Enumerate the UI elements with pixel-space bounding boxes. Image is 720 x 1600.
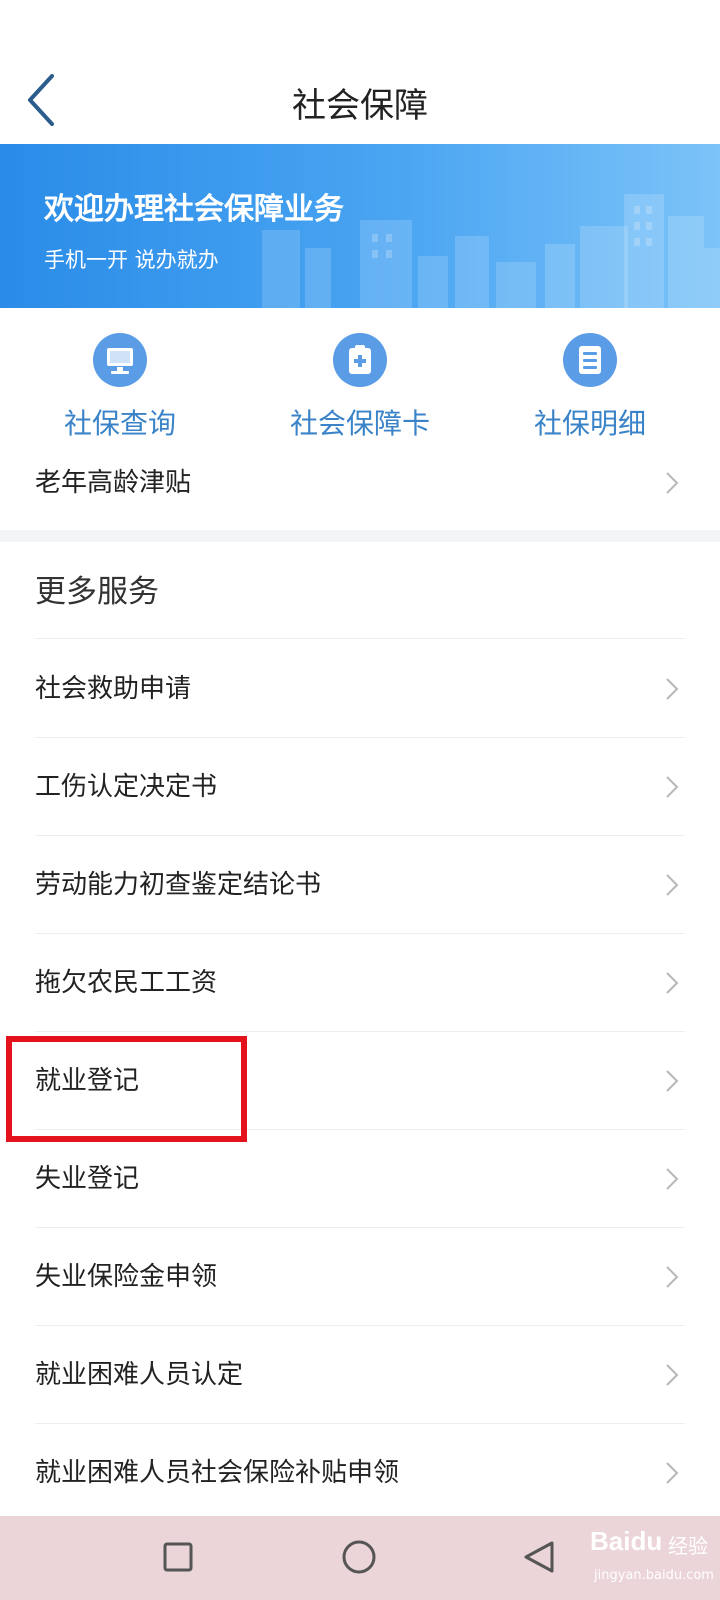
chevron-right-icon — [666, 678, 679, 700]
list-item-label: 就业登记 — [35, 1066, 140, 1096]
divider — [35, 638, 685, 639]
baidu-jingyan-watermark: Baidu 经验 jingyan.baidu.com — [590, 1524, 714, 1596]
app-header: 社会保障 — [0, 0, 720, 144]
list-item-label: 社会救助申请 — [35, 674, 192, 704]
quick-actions: 社保查询 社会保障卡 社保明细 — [0, 308, 720, 448]
chevron-right-icon — [666, 972, 679, 994]
list-item-label: 就业困难人员社会保险补贴申领 — [35, 1458, 400, 1488]
list-item-label: 拖欠农民工工资 — [35, 968, 218, 998]
list-item-unemployment-benefit-claim[interactable]: 失业保险金申领 — [0, 1228, 720, 1326]
list-item-label: 失业保险金申领 — [35, 1262, 218, 1292]
quick-action-social-insurance-query[interactable]: 社保查询 — [10, 332, 230, 442]
list-item-social-assistance[interactable]: 社会救助申请 — [0, 640, 720, 738]
welcome-banner: 欢迎办理社会保障业务 手机一开 说办就办 — [0, 144, 720, 308]
home-circle-icon[interactable] — [342, 1540, 376, 1574]
section-title-more-services: 更多服务 — [35, 574, 159, 610]
list-item-elderly-allowance[interactable]: 老年高龄津贴 — [0, 434, 720, 532]
system-navigation-bar: Baidu 经验 jingyan.baidu.com — [0, 1516, 720, 1600]
banner-title: 欢迎办理社会保障业务 — [44, 192, 344, 227]
list-item-work-injury-decision[interactable]: 工伤认定决定书 — [0, 738, 720, 836]
list-item-hardship-insurance-subsidy[interactable]: 就业困难人员社会保险补贴申领 — [0, 1424, 720, 1522]
back-triangle-icon[interactable] — [522, 1540, 556, 1574]
chevron-right-icon — [666, 1070, 679, 1092]
monitor-icon — [93, 333, 147, 387]
quick-action-social-security-card[interactable]: 社会保障卡 — [250, 332, 470, 442]
list-item-label: 老年高龄津贴 — [35, 468, 192, 498]
chevron-right-icon — [666, 472, 679, 494]
chevron-right-icon — [666, 1364, 679, 1386]
recents-square-icon[interactable] — [163, 1542, 193, 1572]
chevron-right-icon — [666, 1266, 679, 1288]
list-item-label: 劳动能力初查鉴定结论书 — [35, 870, 322, 900]
section-separator — [0, 530, 720, 542]
chevron-right-icon — [666, 874, 679, 896]
watermark-logo: Baidu — [590, 1526, 663, 1556]
banner-subtitle: 手机一开 说办就办 — [44, 248, 219, 272]
list-item-label: 就业困难人员认定 — [35, 1360, 244, 1390]
list-item-label: 失业登记 — [35, 1164, 140, 1194]
list-item-work-ability-appraisal[interactable]: 劳动能力初查鉴定结论书 — [0, 836, 720, 934]
chevron-right-icon — [666, 776, 679, 798]
quick-action-social-insurance-details[interactable]: 社保明细 — [480, 332, 700, 442]
chevron-right-icon — [666, 1462, 679, 1484]
list-item-label: 工伤认定决定书 — [35, 772, 218, 802]
list-item-employment-registration[interactable]: 就业登记 — [0, 1032, 720, 1130]
list-item-unemployment-registration[interactable]: 失业登记 — [0, 1130, 720, 1228]
page-title: 社会保障 — [292, 86, 428, 126]
watermark-url: jingyan.baidu.com — [594, 1568, 714, 1583]
watermark-name: 经验 — [668, 1534, 708, 1558]
medical-card-icon — [333, 333, 387, 387]
chevron-right-icon — [666, 1168, 679, 1190]
list-item-hardship-certification[interactable]: 就业困难人员认定 — [0, 1326, 720, 1424]
document-list-icon — [563, 333, 617, 387]
list-item-unpaid-wages[interactable]: 拖欠农民工工资 — [0, 934, 720, 1032]
